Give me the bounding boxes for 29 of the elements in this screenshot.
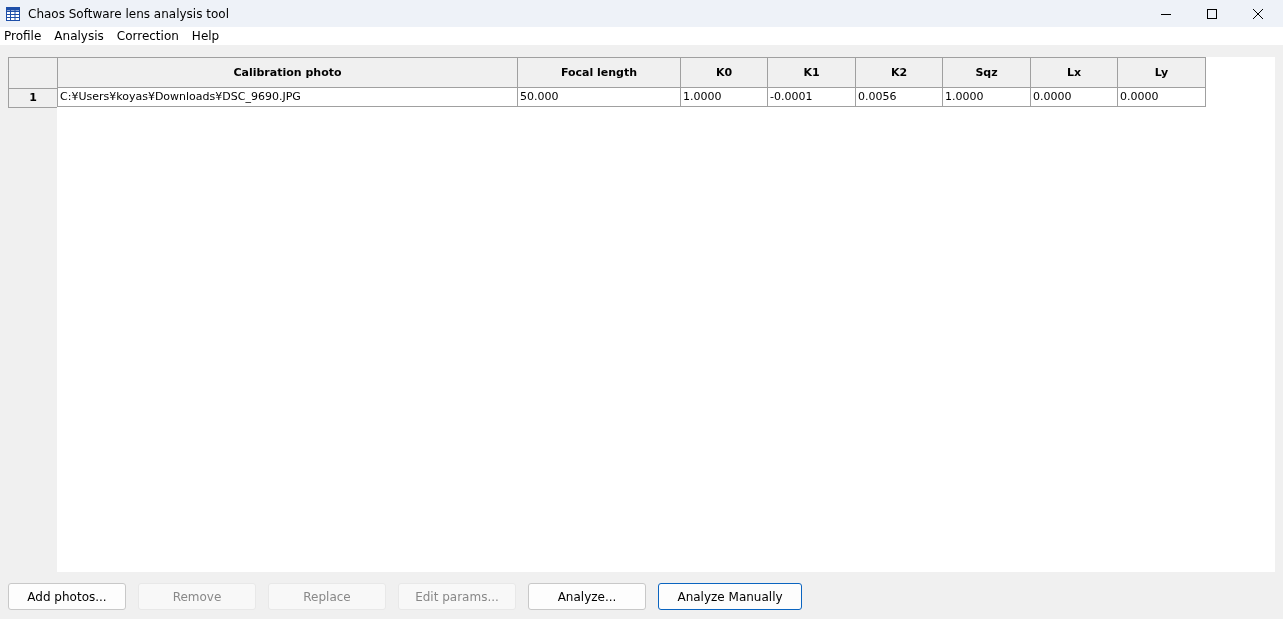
maximize-icon[interactable] [1207, 8, 1217, 19]
table-cell[interactable]: 1.0000 [681, 88, 768, 107]
action-button[interactable]: Analyze... [528, 583, 646, 610]
window-title: Chaos Software lens analysis tool [28, 6, 229, 21]
column-header[interactable]: Focal length [518, 57, 681, 88]
column-header[interactable]: Calibration photo [57, 57, 518, 88]
table-cell[interactable]: C:¥Users¥koyas¥Downloads¥DSC_9690.JPG [57, 88, 518, 107]
row-header[interactable]: 1 [8, 89, 57, 108]
table-cell[interactable]: -0.0001 [768, 88, 856, 107]
column-header[interactable]: K2 [856, 57, 943, 88]
table-cell[interactable]: 0.0000 [1118, 88, 1206, 107]
table-cell[interactable]: 50.000 [518, 88, 681, 107]
close-icon[interactable] [1253, 8, 1263, 19]
table-cell[interactable]: 0.0056 [856, 88, 943, 107]
column-header[interactable]: K1 [768, 57, 856, 88]
corner-header [8, 57, 57, 89]
column-header[interactable]: K0 [681, 57, 768, 88]
column-header[interactable]: Sqz [943, 57, 1031, 88]
menu-item[interactable]: Correction [116, 29, 179, 43]
column-header[interactable]: Lx [1031, 57, 1118, 88]
action-button[interactable]: Analyze Manually [658, 583, 802, 610]
table-cell[interactable]: 1.0000 [943, 88, 1031, 107]
menu-item[interactable]: Profile [4, 29, 42, 43]
menu-item[interactable]: Analysis [54, 29, 104, 43]
menu-item[interactable]: Help [191, 29, 220, 43]
action-button[interactable]: Add photos... [8, 583, 126, 610]
grid-icon [6, 6, 20, 21]
column-header[interactable]: Ly [1118, 57, 1206, 88]
table-cell[interactable]: 0.0000 [1031, 88, 1118, 107]
